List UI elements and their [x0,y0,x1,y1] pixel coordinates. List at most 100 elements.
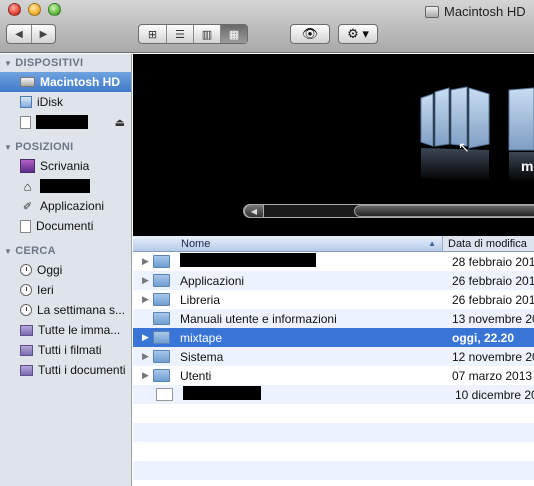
disclosure-triangle-icon[interactable]: ▶ [133,332,153,343]
list-item[interactable]: 10 dicembre 2012 [133,385,534,404]
sidebar-item-home[interactable]: ⌂ [0,176,131,196]
file-date: 13 novembre 2012 [452,311,534,326]
window-title: Macintosh HD [425,4,526,19]
file-date: 12 novembre 2012 [452,349,534,364]
cover-flow-view[interactable]: ↖ m ◀ [133,54,534,236]
minimize-window-button[interactable] [28,3,41,16]
disclosure-triangle-icon: ▼ [4,142,13,152]
sidebar-item-all-documents[interactable]: Tutti i documenti [0,360,131,380]
file-name: Utenti [180,368,212,383]
file-date: 07 marzo 2013 [452,368,533,383]
coverflow-view-button[interactable]: ▦ [220,25,247,43]
list-view-button[interactable]: ☰ [166,25,193,43]
sidebar-item-applications[interactable]: ✐ Applicazioni [0,196,131,216]
sidebar-item-yesterday[interactable]: Ieri [0,280,131,300]
list-item[interactable]: ▶ Sistema 12 novembre 2012 [133,347,534,366]
sidebar-item-label: Scrivania [40,159,90,173]
file-date: 10 dicembre 2012 [455,387,534,402]
clock-icon [20,304,32,316]
sidebar-item-label: iDisk [37,95,63,109]
column-view-button[interactable]: ▥ [193,25,220,43]
window-title-text: Macintosh HD [444,4,526,19]
sidebar-item-macintosh-hd[interactable]: Macintosh HD [0,72,131,92]
sidebar-item-label: Macintosh HD [40,75,121,89]
icon-view-button[interactable]: ⊞ [139,25,166,43]
clock-icon [20,264,32,276]
list-item[interactable]: ▶ Libreria 26 febbraio 2013 [133,290,534,309]
back-forward-control: ◀ ▶ [6,24,56,44]
cover-flow-scrollbar[interactable]: ◀ [243,204,534,218]
sidebar-item-label: Oggi [37,263,63,277]
folder-icon [153,369,170,382]
eject-icon[interactable]: ⏏ [115,116,125,129]
sidebar-item-label: Tutti i documenti [38,363,126,377]
close-window-button[interactable] [8,3,21,16]
column-header-name[interactable]: Nome ▲ [133,236,442,251]
file-date: oggi, 22.20 [452,330,515,345]
smart-folder-icon [20,324,33,336]
title-bar: Macintosh HD ◀ ▶ ⊞ ☰ ▥ ▦ 👁 ⚙ ▾ [0,0,534,53]
file-date: 26 febbraio 2013 [452,273,534,288]
sidebar-item-last-week[interactable]: La settimana s... [0,300,131,320]
sidebar: ▼ DISPOSITIVI Macintosh HD iDisk ⏏ ▼ POS… [0,54,132,486]
file-name [183,386,449,403]
disclosure-triangle-icon[interactable]: ▶ [133,351,153,362]
sidebar-section-search[interactable]: ▼ CERCA [0,242,131,260]
applications-icon: ✐ [22,200,33,213]
list-item[interactable]: ▶ Utenti 07 marzo 2013 [133,366,534,385]
list-item-selected[interactable]: ▶ mixtape oggi, 22.20 [133,328,534,347]
sidebar-item-desktop[interactable]: Scrivania [0,156,131,176]
clock-icon [20,284,32,296]
folder-icon [153,255,170,268]
file-date: 28 febbraio 2013 [452,254,534,269]
disclosure-triangle-icon[interactable]: ▶ [133,275,153,286]
sidebar-section-devices[interactable]: ▼ DISPOSITIVI [0,54,131,72]
file-name: Applicazioni [180,273,245,288]
zoom-window-button[interactable] [48,3,61,16]
disclosure-triangle-icon[interactable]: ▶ [133,294,153,305]
folder-icon [153,331,170,344]
file-date: 26 febbraio 2013 [452,292,534,307]
list-item[interactable]: ▶ 28 febbraio 2013 [133,252,534,271]
empty-row [133,423,534,442]
sidebar-item-today[interactable]: Oggi [0,260,131,280]
sidebar-item-label: La settimana s... [37,303,126,317]
column-header-label: Nome [181,237,211,250]
quick-look-button[interactable]: 👁 [290,24,330,44]
back-button[interactable]: ◀ [7,25,31,43]
alias-folder-icon [153,312,170,325]
file-name: Sistema [180,349,224,364]
sidebar-section-places[interactable]: ▼ POSIZIONI [0,138,131,156]
gear-icon: ⚙ ▾ [347,26,369,41]
hard-drive-icon [20,77,35,87]
file-name: Manuali utente e informazioni [180,311,337,326]
scroll-thumb[interactable] [354,205,534,217]
folder-icon [153,350,170,363]
drive-icon [20,115,31,129]
disclosure-triangle-icon[interactable]: ▶ [133,256,153,267]
column-header-date[interactable]: Data di modifica [442,236,534,251]
hard-drive-icon [425,5,439,18]
section-label: DISPOSITIVI [15,57,84,69]
action-menu-button[interactable]: ⚙ ▾ [338,24,378,44]
sidebar-item-all-images[interactable]: Tutte le imma... [0,320,131,340]
list-item[interactable]: ▶ Applicazioni 26 febbraio 2013 [133,271,534,290]
redacted-label [40,179,90,193]
sidebar-item-idisk[interactable]: iDisk [0,92,131,112]
forward-button[interactable]: ▶ [31,25,55,43]
documents-icon [20,219,31,233]
idisk-icon [20,96,32,108]
sidebar-item-documents[interactable]: Documenti [0,216,131,236]
list-header: Nome ▲ Data di modifica [133,236,534,252]
list-item[interactable]: Manuali utente e informazioni 13 novembr… [133,309,534,328]
folder-cover[interactable]: ↖ [420,86,534,182]
redacted-label [36,115,88,129]
scroll-left-icon[interactable]: ◀ [244,204,264,218]
empty-row [133,461,534,480]
sidebar-item-label: Ieri [37,283,54,297]
disclosure-triangle-icon[interactable]: ▶ [133,370,153,381]
sidebar-item-external-drive[interactable]: ⏏ [0,112,131,132]
sidebar-item-all-movies[interactable]: Tutti i filmati [0,340,131,360]
redacted-name [180,253,316,267]
desktop-icon [20,159,35,173]
